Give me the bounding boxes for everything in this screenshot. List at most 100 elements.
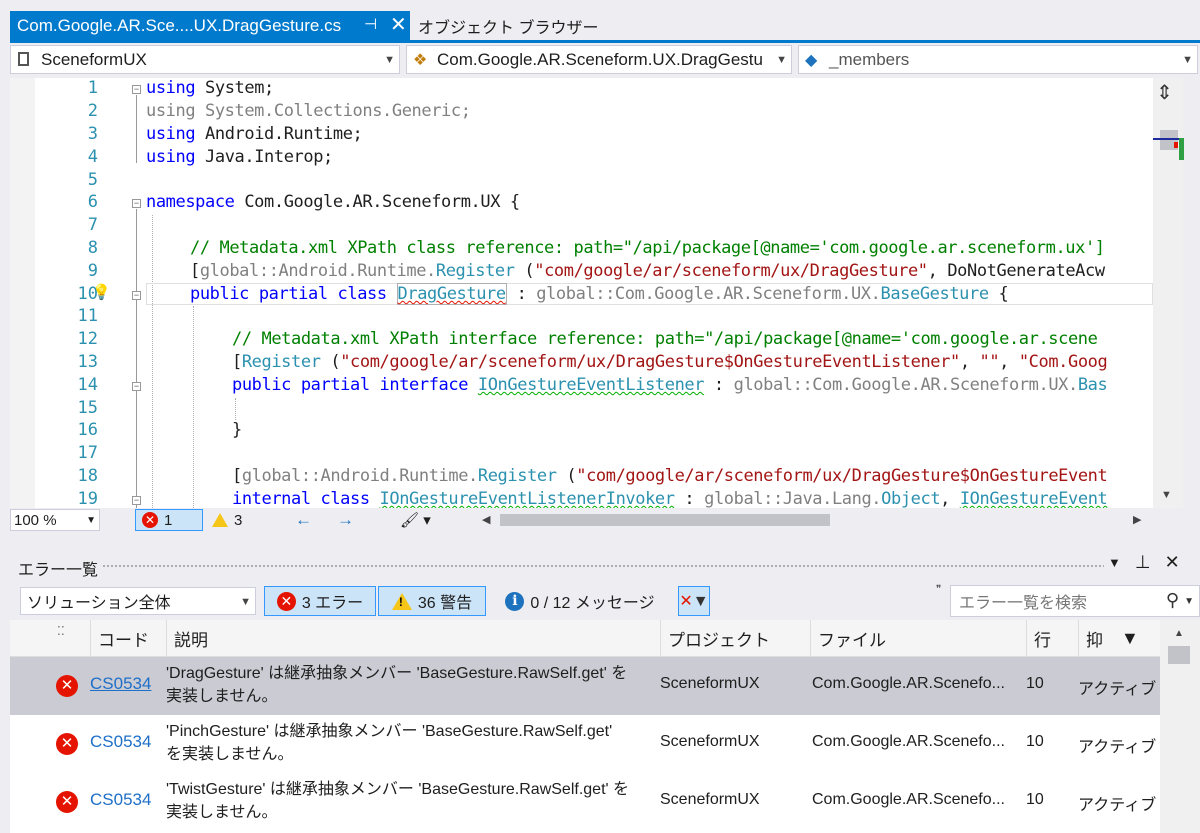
- split-window-icon[interactable]: ⇕: [1156, 80, 1173, 105]
- code-line-3: using Android.Runtime;: [146, 124, 363, 144]
- chevron-down-icon: ▼: [1182, 54, 1193, 66]
- messages-filter-label: 0 / 12 メッセージ: [530, 595, 655, 612]
- zoom-dropdown[interactable]: 100 % ▼: [10, 509, 100, 531]
- chevron-down-icon[interactable]: ▼: [1184, 596, 1194, 607]
- chevron-down-icon: ▼: [86, 515, 96, 526]
- change-marker: [1179, 138, 1184, 160]
- line-number: 11: [77, 306, 98, 326]
- chevron-down-icon[interactable]: ▼: [1108, 555, 1121, 573]
- column-line[interactable]: 行: [1026, 620, 1078, 656]
- errors-filter-button[interactable]: ✕ 3 エラー: [264, 586, 376, 616]
- titlebar-grip[interactable]: [102, 564, 1104, 568]
- filter-icon[interactable]: ▼: [1121, 628, 1139, 649]
- tab-dragesture-cs[interactable]: Com.Google.AR.Sce....UX.DragGesture.cs ⊣…: [10, 11, 410, 41]
- project-label: SceneformUX: [41, 49, 147, 69]
- code-line-16: }: [232, 420, 242, 440]
- table-row[interactable]: ✕ CS0534 'PinchGesture' は継承抽象メンバー 'BaseG…: [10, 715, 1160, 773]
- code-line-6: namespace Com.Google.AR.Sceneform.UX {: [146, 192, 520, 212]
- column-description[interactable]: 説明: [166, 620, 660, 656]
- column-code[interactable]: コード: [90, 620, 166, 656]
- chevron-down-icon: ▼: [384, 54, 395, 66]
- brush-icon[interactable]: 🖌 ▾: [400, 509, 431, 531]
- code-line-9: [global::Android.Runtime.Register ("com/…: [190, 261, 1105, 281]
- error-icon: ✕: [56, 791, 78, 813]
- scroll-thumb[interactable]: [1168, 646, 1190, 664]
- line-number: 8: [87, 238, 98, 258]
- outline-line: [136, 95, 137, 163]
- column-project[interactable]: プロジェクト: [660, 620, 810, 656]
- error-description: 'DragGesture' は継承抽象メンバー 'BaseGesture.Raw…: [166, 665, 628, 705]
- table-row[interactable]: ✕ CS0534 'DragGesture' は継承抽象メンバー 'BaseGe…: [10, 657, 1160, 715]
- sort-grip-icon[interactable]: ⁚⁚: [50, 620, 90, 656]
- error-state: アクティブ: [1078, 739, 1157, 756]
- code-editor[interactable]: 1 2 3 4 5 6 7 8 9 10 11 12 13 14 15 16 1…: [10, 78, 1153, 508]
- horizontal-scroll-thumb[interactable]: [500, 514, 830, 526]
- field-icon: ◆: [805, 52, 818, 69]
- project-icon: [18, 52, 29, 66]
- line-number: 5: [87, 170, 98, 190]
- collapse-icon[interactable]: −: [132, 496, 141, 505]
- error-project: SceneformUX: [660, 791, 760, 808]
- scroll-left-icon[interactable]: ◀: [482, 513, 490, 526]
- navigation-bar: SceneformUX ▼ ❖ Com.Google.AR.Sceneform.…: [10, 43, 1200, 77]
- error-list-toolbar: ソリューション全体 ▼ ✕ 3 エラー ! 36 警告 i 0 / 12 メッセ…: [10, 582, 1200, 620]
- messages-filter-button[interactable]: i 0 / 12 メッセージ: [500, 586, 660, 616]
- line-number: 9: [87, 261, 98, 281]
- collapse-icon[interactable]: −: [132, 291, 141, 300]
- column-label: 抑: [1086, 630, 1103, 650]
- pin-icon[interactable]: ⊣: [364, 15, 377, 33]
- error-icon: ✕: [56, 675, 78, 697]
- project-dropdown[interactable]: SceneformUX ▼: [10, 45, 400, 74]
- scope-value: ソリューション全体: [27, 595, 171, 612]
- column-suppression[interactable]: 抑 ▼: [1078, 620, 1160, 656]
- line-number: 12: [77, 329, 98, 349]
- editor-warning-count[interactable]: 3: [212, 509, 242, 531]
- code-line-1: using System;: [146, 78, 274, 98]
- code-line-14: public partial interface IOnGestureEvent…: [232, 375, 1108, 395]
- line-number: 19: [77, 489, 98, 508]
- line-number: 10: [77, 284, 98, 304]
- pin-icon[interactable]: ⊥: [1135, 552, 1151, 573]
- close-icon[interactable]: ✕: [390, 12, 407, 37]
- error-list-search[interactable]: エラー一覧を検索 ⚲ ▼: [950, 585, 1200, 617]
- error-code-link[interactable]: CS0534: [90, 732, 151, 752]
- warnings-filter-button[interactable]: ! 36 警告: [378, 586, 486, 616]
- table-row[interactable]: ✕ CS0534 'TwistGesture' は継承抽象メンバー 'BaseG…: [10, 773, 1160, 831]
- code-line-10: public partial class DragGesture : globa…: [190, 283, 1009, 305]
- grid-vertical-scrollbar[interactable]: ▲: [1160, 620, 1200, 833]
- error-marker: [1174, 142, 1178, 148]
- search-icon[interactable]: ⚲: [1166, 590, 1179, 611]
- collapse-icon[interactable]: −: [132, 85, 141, 94]
- collapse-icon[interactable]: −: [132, 199, 141, 208]
- column-label: ファイル: [818, 630, 886, 650]
- collapse-icon[interactable]: −: [132, 382, 141, 391]
- line-number: 6: [87, 192, 98, 212]
- scope-dropdown[interactable]: ソリューション全体 ▼: [20, 587, 256, 615]
- error-code-link[interactable]: CS0534: [90, 674, 151, 694]
- member-dropdown[interactable]: ◆ _members ▼: [798, 45, 1198, 74]
- error-list-grid: ⁚⁚ コード 説明 プロジェクト ファイル 行 抑 ▼ ✕ CS0534 'Dra…: [10, 620, 1200, 833]
- code-line-2: using System.Collections.Generic;: [146, 101, 471, 121]
- next-issue-icon[interactable]: →: [337, 509, 354, 531]
- scroll-up-icon[interactable]: ▲: [1174, 628, 1184, 639]
- filter-icon: ✕▼: [679, 593, 709, 610]
- search-options-icon[interactable]: ❞: [936, 584, 941, 595]
- build-filter-button[interactable]: ✕▼: [678, 586, 710, 616]
- previous-issue-icon[interactable]: ←: [295, 509, 312, 531]
- panel-title: エラー一覧: [18, 562, 99, 579]
- tab-title: Com.Google.AR.Sce....UX.DragGesture.cs: [17, 16, 342, 35]
- scroll-down-icon[interactable]: ▼: [1161, 489, 1172, 501]
- error-code-link[interactable]: CS0534: [90, 790, 151, 810]
- editor-error-count[interactable]: ✕ 1: [135, 509, 203, 531]
- error-line: 10: [1026, 791, 1044, 808]
- scroll-right-icon[interactable]: ▶: [1133, 513, 1141, 526]
- column-label: 行: [1034, 630, 1051, 650]
- type-dropdown[interactable]: ❖ Com.Google.AR.Sceneform.UX.DragGestu ▼: [406, 45, 792, 74]
- close-icon[interactable]: ✕: [1165, 552, 1180, 573]
- tab-object-browser[interactable]: オブジェクト ブラウザー: [418, 11, 598, 41]
- zoom-value: 100 %: [14, 511, 57, 529]
- lightbulb-icon[interactable]: 💡: [92, 283, 111, 301]
- error-line: 10: [1026, 733, 1044, 750]
- column-file[interactable]: ファイル: [810, 620, 1026, 656]
- code-line-13: [Register ("com/google/ar/sceneform/ux/D…: [232, 352, 1108, 372]
